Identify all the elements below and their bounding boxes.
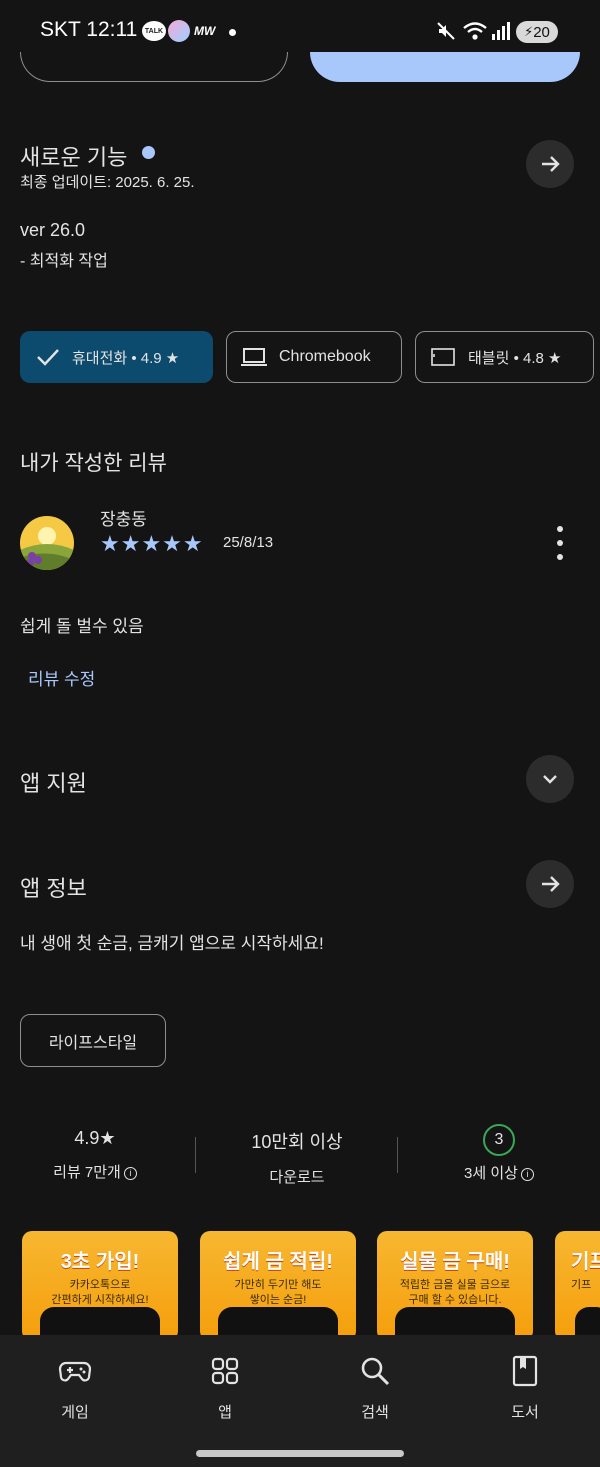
screenshot-subtext: 적립한 금을 실물 금으로 bbox=[399, 1279, 511, 1291]
tablet-icon bbox=[431, 348, 455, 366]
reviewer-name: 장충동 bbox=[100, 510, 147, 529]
nav-books[interactable]: 도서 bbox=[475, 1354, 575, 1422]
stat-downloads-label: 다운로드 bbox=[269, 1169, 325, 1186]
chevron-down-icon bbox=[543, 775, 557, 784]
nav-label: 검색 bbox=[361, 1404, 389, 1421]
kakaotalk-icon: TALK bbox=[142, 21, 166, 41]
device-chip-label: 휴대전화 • 4.9 ★ bbox=[72, 349, 180, 367]
screenshot-subtext: 쌓이는 순금! bbox=[249, 1294, 307, 1306]
review-date: 25/8/13 bbox=[223, 534, 274, 551]
screenshot-headline: 쉽게 금 적립! bbox=[223, 1251, 333, 1273]
info-icon: i bbox=[520, 1167, 534, 1181]
category-chip-lifestyle[interactable]: 라이프스타일 bbox=[20, 1014, 166, 1067]
review-star-rating: ★★★★★ bbox=[100, 531, 204, 556]
version-text: ver 26.0 bbox=[20, 220, 86, 240]
reviewer-avatar bbox=[20, 516, 74, 570]
nav-label: 도서 bbox=[511, 1404, 539, 1421]
search-icon bbox=[361, 1357, 390, 1386]
device-chip-phone[interactable]: 휴대전화 • 4.9 ★ bbox=[20, 331, 213, 383]
status-bar: SKT 12:11 TALK MW ⚡ 20 bbox=[0, 0, 600, 64]
new-indicator-dot bbox=[142, 146, 155, 159]
device-chip-tablet[interactable]: 태블릿 • 4.8 ★ bbox=[415, 331, 594, 383]
app-support-expand-button[interactable] bbox=[526, 755, 574, 803]
gamepad-icon bbox=[58, 1361, 92, 1382]
mute-icon bbox=[437, 22, 455, 40]
screenshot-subtext: 가만히 두기만 해도 bbox=[234, 1279, 322, 1291]
laptop-icon bbox=[241, 348, 267, 366]
edit-review-link[interactable]: 리뷰 수정 bbox=[28, 665, 95, 690]
screenshot-card[interactable]: 실물 금 구매! 적립한 금을 실물 금으로 구매 할 수 있습니다. bbox=[377, 1231, 533, 1341]
screenshot-headline: 3초 가입! bbox=[60, 1251, 140, 1273]
my-review-title: 내가 작성한 리뷰 bbox=[20, 452, 167, 475]
stat-rating-value: 4.9★ bbox=[74, 1128, 116, 1148]
last-updated-text: 최종 업데이트: 2025. 6. 25. bbox=[20, 174, 195, 191]
arrow-right-icon bbox=[542, 156, 560, 172]
whats-new-title: 새로운 기능 bbox=[20, 145, 128, 170]
more-notifications-dot-icon bbox=[229, 29, 236, 36]
screenshot-card[interactable]: 쉽게 금 적립! 가만히 두기만 해도 쌓이는 순금! bbox=[200, 1231, 356, 1341]
screenshot-subtext: 구매 할 수 있습니다. bbox=[408, 1294, 502, 1306]
app-info-title: 앱 정보 bbox=[20, 876, 87, 901]
nav-apps[interactable]: 앱 bbox=[175, 1354, 275, 1422]
home-indicator[interactable] bbox=[196, 1450, 404, 1457]
stat-age[interactable]: 3 3세 이상 i bbox=[409, 1124, 589, 1183]
nav-label: 앱 bbox=[218, 1404, 232, 1421]
status-time: SKT 12:11 bbox=[40, 18, 138, 41]
screenshot-card[interactable]: 기프 기프 bbox=[555, 1231, 600, 1341]
app-info-arrow-button[interactable] bbox=[526, 860, 574, 908]
mw-icon: MW bbox=[194, 24, 216, 38]
arrow-right-icon bbox=[542, 876, 560, 892]
age-rating-badge: 3 bbox=[483, 1124, 515, 1156]
stat-downloads-value: 10만회 이상 bbox=[251, 1132, 343, 1152]
stat-downloads: 10만회 이상 다운로드 bbox=[207, 1128, 387, 1187]
info-icon: i bbox=[123, 1166, 137, 1180]
battery-icon: ⚡ 20 bbox=[516, 21, 558, 43]
stat-divider bbox=[195, 1137, 196, 1173]
screenshot-subtext: 카카오톡으로 bbox=[69, 1279, 131, 1291]
notification-avatar-icon bbox=[168, 20, 190, 42]
screenshot-card[interactable]: 3초 가입! 카카오톡으로 간편하게 시작하세요! bbox=[22, 1231, 178, 1341]
screenshot-subtext: 간편하게 시작하세요! bbox=[51, 1294, 149, 1306]
stat-rating[interactable]: 4.9★ 리뷰 7만개 i bbox=[5, 1128, 185, 1182]
stat-divider bbox=[397, 1137, 398, 1173]
signal-icon bbox=[492, 22, 510, 40]
stat-reviews-label: 리뷰 7만개 bbox=[53, 1164, 121, 1181]
screenshot-subtext: 기프 bbox=[571, 1279, 592, 1291]
nav-search[interactable]: 검색 bbox=[325, 1354, 425, 1422]
apps-grid-icon bbox=[211, 1357, 239, 1385]
app-description: 내 생애 첫 순금, 금캐기 앱으로 시작하세요! bbox=[20, 934, 324, 953]
stat-age-label: 3세 이상 bbox=[464, 1165, 518, 1182]
check-icon bbox=[37, 349, 59, 366]
nav-games[interactable]: 게임 bbox=[25, 1354, 125, 1422]
app-support-title: 앱 지원 bbox=[20, 771, 87, 796]
screenshot-headline: 기프 bbox=[571, 1251, 600, 1273]
screenshot-headline: 실물 금 구매! bbox=[400, 1251, 510, 1273]
nav-label: 게임 bbox=[61, 1404, 89, 1421]
wifi-icon bbox=[463, 22, 487, 40]
device-chip-label: 태블릿 • 4.8 ★ bbox=[468, 349, 562, 367]
device-chip-label: Chromebook bbox=[279, 348, 371, 365]
review-text: 쉽게 돌 벌수 있음 bbox=[20, 617, 144, 636]
review-more-options-icon[interactable] bbox=[548, 526, 572, 560]
device-chip-chromebook[interactable]: Chromebook bbox=[226, 331, 402, 383]
whats-new-arrow-button[interactable] bbox=[526, 140, 574, 188]
book-icon bbox=[512, 1355, 538, 1387]
change-note-text: - 최적화 작업 bbox=[20, 253, 108, 270]
